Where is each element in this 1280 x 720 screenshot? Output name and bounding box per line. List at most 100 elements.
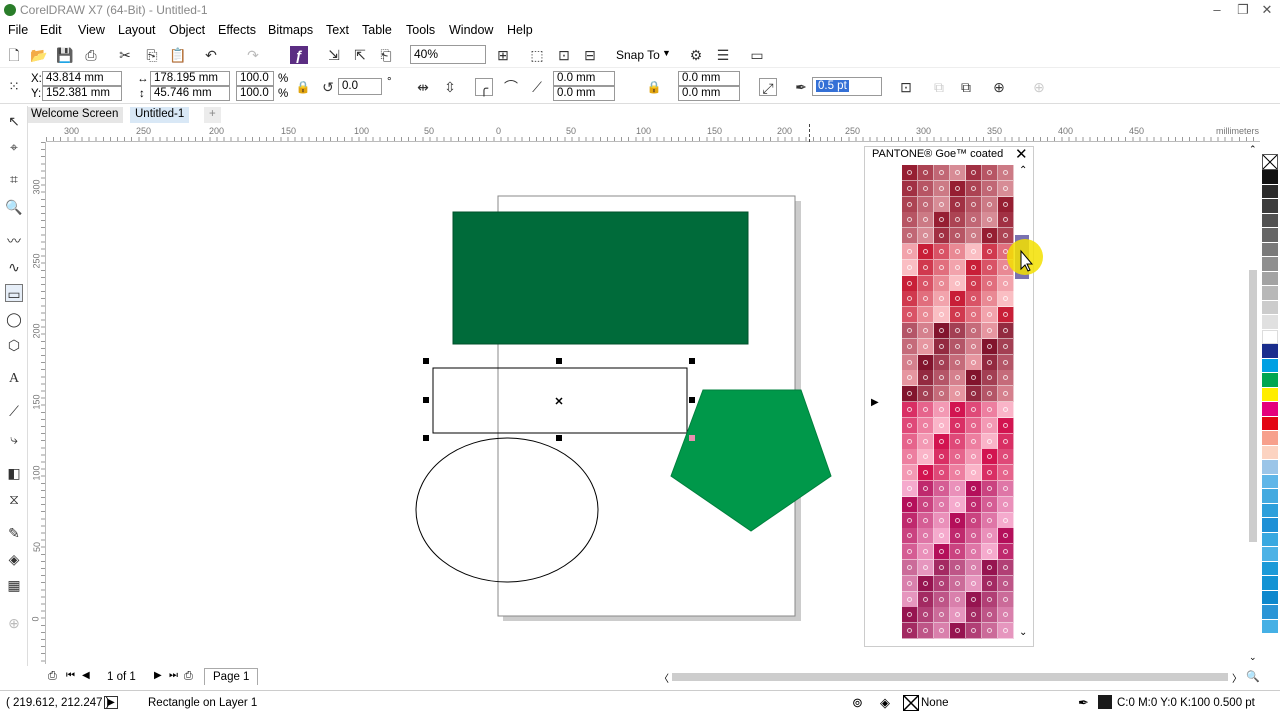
scale-x-field[interactable]: 100.0 <box>236 71 274 86</box>
pantone-swatch[interactable] <box>918 275 934 292</box>
freehand-tool-icon[interactable]: 〰 <box>5 232 23 250</box>
zoom-navigator-icon[interactable]: 🔍 <box>1246 670 1260 683</box>
pantone-swatch[interactable] <box>982 354 998 371</box>
pantone-swatch[interactable] <box>966 496 982 513</box>
pantone-swatch[interactable] <box>966 291 982 308</box>
crop-tool-icon[interactable]: ⌗ <box>5 170 23 188</box>
rotation-field[interactable]: 0.0 <box>338 78 382 95</box>
show-rulers-icon[interactable]: ⊡ <box>555 46 573 64</box>
selection-handle[interactable] <box>689 397 695 403</box>
pantone-swatch[interactable] <box>918 338 934 355</box>
quick-customize-icon[interactable]: ⊕ <box>5 614 23 632</box>
pantone-swatch[interactable] <box>902 386 918 403</box>
pantone-swatch[interactable] <box>998 338 1014 355</box>
pantone-swatch[interactable] <box>998 575 1014 592</box>
color-swatch[interactable] <box>1262 257 1278 272</box>
pantone-swatch[interactable] <box>966 165 982 181</box>
save-icon[interactable]: 💾 <box>56 46 74 64</box>
pantone-swatch[interactable] <box>950 496 966 513</box>
corner-radius-bottom-right-field[interactable]: 0.0 mm <box>678 86 740 101</box>
pantone-swatch[interactable] <box>966 307 982 324</box>
pantone-swatch[interactable] <box>966 575 982 592</box>
welcome-screen-icon[interactable]: ▭ <box>748 46 766 64</box>
color-swatch[interactable] <box>1262 489 1278 504</box>
pantone-swatch[interactable] <box>966 449 982 466</box>
menu-window[interactable]: Window <box>449 23 493 37</box>
shape-tool-icon[interactable]: ⌖ <box>5 138 23 156</box>
pantone-swatch[interactable] <box>998 354 1014 371</box>
new-document-icon[interactable]: 🗋 <box>5 46 23 64</box>
menu-tools[interactable]: Tools <box>406 23 435 37</box>
pantone-swatch[interactable] <box>934 228 950 245</box>
pantone-swatch[interactable] <box>998 496 1014 513</box>
pantone-swatch[interactable] <box>902 291 918 308</box>
add-page-after-icon[interactable]: ⎙ <box>184 670 193 683</box>
pantone-swatch[interactable] <box>966 275 982 292</box>
corner-radius-top-right-field[interactable]: 0.0 mm <box>678 71 740 86</box>
pantone-swatch[interactable] <box>902 228 918 245</box>
pantone-swatch[interactable] <box>982 323 998 339</box>
pantone-swatch[interactable] <box>950 180 966 197</box>
pantone-swatch[interactable] <box>982 402 998 418</box>
menu-view[interactable]: View <box>78 23 105 37</box>
color-swatch[interactable] <box>1262 431 1278 446</box>
color-swatch[interactable] <box>1262 213 1278 228</box>
scale-y-field[interactable]: 100.0 <box>236 86 274 101</box>
pantone-swatch[interactable] <box>902 212 918 229</box>
pantone-swatch[interactable] <box>902 591 918 608</box>
pantone-swatch[interactable] <box>982 180 998 197</box>
pantone-swatch[interactable] <box>902 196 918 213</box>
pick-tool-icon[interactable]: ↖ <box>5 112 23 130</box>
add-page-icon[interactable]: ⎙ <box>48 670 57 683</box>
pantone-swatch[interactable] <box>982 275 998 292</box>
pantone-swatch[interactable] <box>998 607 1014 624</box>
mirror-horizontal-icon[interactable]: ⇹ <box>414 78 432 96</box>
pantone-swatch[interactable] <box>950 623 966 640</box>
pantone-swatch[interactable] <box>918 528 934 545</box>
menu-help[interactable]: Help <box>507 23 533 37</box>
polygon-tool-icon[interactable]: ⬡ <box>5 336 23 354</box>
color-swatch[interactable] <box>1262 358 1278 373</box>
text-tool-icon[interactable]: A <box>5 370 23 388</box>
close-icon[interactable]: ✕ <box>1258 2 1276 18</box>
pantone-swatch[interactable] <box>918 402 934 418</box>
pantone-swatch[interactable] <box>966 386 982 403</box>
pantone-swatch[interactable] <box>902 575 918 592</box>
pantone-swatch[interactable] <box>934 433 950 450</box>
pantone-swatch[interactable] <box>950 607 966 624</box>
pantone-swatch[interactable] <box>934 291 950 308</box>
pantone-swatch[interactable] <box>918 481 934 497</box>
pantone-swatch[interactable] <box>918 544 934 561</box>
color-swatch[interactable] <box>1262 416 1278 431</box>
pantone-swatch[interactable] <box>950 196 966 213</box>
pantone-swatch[interactable] <box>918 623 934 640</box>
pantone-swatch[interactable] <box>982 307 998 324</box>
pantone-swatch[interactable] <box>966 623 982 640</box>
color-swatch[interactable] <box>1262 329 1278 344</box>
color-swatch[interactable] <box>1262 503 1278 518</box>
chamfered-corner-icon[interactable]: ⟋ <box>528 78 546 96</box>
redo-icon[interactable]: ↷ <box>244 46 262 64</box>
pantone-swatch[interactable] <box>950 370 966 387</box>
menu-object[interactable]: Object <box>169 23 205 37</box>
pantone-swatch[interactable] <box>966 370 982 387</box>
pantone-swatch[interactable] <box>934 544 950 561</box>
pantone-swatch[interactable] <box>902 323 918 339</box>
selection-handle[interactable] <box>689 358 695 364</box>
snap-to-chevron-icon[interactable]: ▼ <box>662 48 671 58</box>
pantone-swatch[interactable] <box>950 449 966 466</box>
pantone-swatch[interactable] <box>934 275 950 292</box>
application-launcher-icon[interactable]: ☰ <box>714 46 732 64</box>
scalloped-corner-icon[interactable]: ⌒ <box>502 78 520 96</box>
pantone-swatch[interactable] <box>982 591 998 608</box>
pantone-swatch[interactable] <box>934 623 950 640</box>
no-color-swatch[interactable] <box>1262 154 1278 170</box>
corner-radius-bottom-left-field[interactable]: 0.0 mm <box>553 86 615 101</box>
color-swatch[interactable] <box>1262 619 1278 634</box>
horizontal-ruler[interactable]: 300 250 200 150 100 50 0 50 100 150 200 … <box>46 124 1260 142</box>
pantone-swatch[interactable] <box>998 481 1014 497</box>
connector-tool-icon[interactable]: ⤷ <box>5 430 23 448</box>
pantone-swatch[interactable] <box>934 196 950 213</box>
expand-arrow-icon[interactable]: ▶ <box>871 397 879 408</box>
pantone-swatch[interactable] <box>982 496 998 513</box>
